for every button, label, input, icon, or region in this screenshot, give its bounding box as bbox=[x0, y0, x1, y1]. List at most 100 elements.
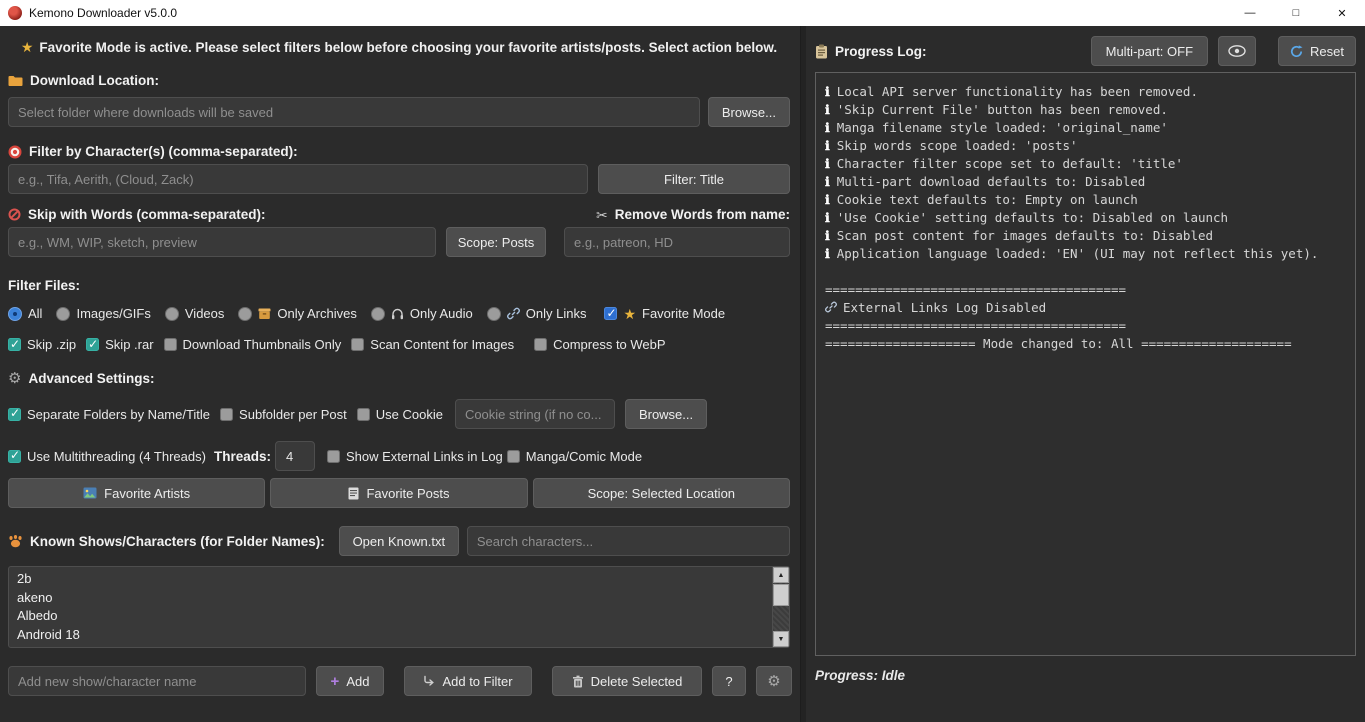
threads-input[interactable] bbox=[275, 441, 315, 471]
checkbox-label: Compress to WebP bbox=[553, 337, 665, 352]
log-line-text: ======================================== bbox=[825, 282, 1126, 297]
list-item[interactable]: Android 18 bbox=[9, 626, 789, 645]
minimize-button[interactable]: — bbox=[1227, 0, 1273, 26]
known-characters-header-row: Known Shows/Characters (for Folder Names… bbox=[8, 526, 790, 556]
use-cookie-checkbox[interactable]: Use Cookie bbox=[357, 407, 443, 422]
download-location-row: Browse... bbox=[8, 97, 790, 127]
checkbox-label: Skip .zip bbox=[27, 337, 76, 352]
list-scrollbar[interactable]: ▲ ▼ bbox=[772, 567, 789, 647]
list-item[interactable]: akeno bbox=[9, 589, 789, 608]
checkbox-box bbox=[604, 307, 617, 320]
checkbox-label: Use Cookie bbox=[376, 407, 443, 422]
log-line-text: ======================================== bbox=[825, 318, 1126, 333]
scope-selected-location-button[interactable]: Scope: Selected Location bbox=[533, 478, 790, 508]
advanced-settings-text: Advanced Settings: bbox=[28, 371, 154, 386]
radio-label: Images/GIFs bbox=[76, 306, 150, 321]
paw-icon bbox=[8, 535, 23, 548]
browse-button-label: Browse... bbox=[722, 105, 776, 120]
manga-mode-checkbox[interactable]: Manga/Comic Mode bbox=[507, 449, 642, 464]
log-line-text: Skip words scope loaded: 'posts' bbox=[837, 138, 1078, 153]
add-button[interactable]: + Add bbox=[316, 666, 384, 696]
maximize-button[interactable]: □ bbox=[1273, 0, 1319, 26]
log-line: ======================================== bbox=[825, 281, 1346, 299]
info-icon: ℹ bbox=[825, 174, 830, 189]
radio-circle bbox=[487, 307, 501, 321]
radio-circle bbox=[56, 307, 70, 321]
search-characters-input[interactable] bbox=[467, 526, 790, 556]
checkbox-box bbox=[8, 450, 21, 463]
radio-images-gifs[interactable]: Images/GIFs bbox=[56, 306, 150, 321]
close-button[interactable]: ✕ bbox=[1319, 0, 1365, 26]
skip-scope-button[interactable]: Scope: Posts bbox=[446, 227, 546, 257]
radio-label: Only Audio bbox=[410, 306, 473, 321]
compress-webp-checkbox[interactable]: Compress to WebP bbox=[534, 337, 665, 352]
radio-only-audio[interactable]: Only Audio bbox=[371, 306, 473, 321]
delete-selected-label: Delete Selected bbox=[591, 674, 683, 689]
scroll-up-icon: ▲ bbox=[778, 572, 785, 579]
favorite-posts-button[interactable]: Favorite Posts bbox=[270, 478, 527, 508]
multipart-toggle-button[interactable]: Multi-part: OFF bbox=[1091, 36, 1208, 66]
skip-zip-checkbox[interactable]: Skip .zip bbox=[8, 337, 76, 352]
skip-words-input[interactable] bbox=[8, 227, 436, 257]
help-button[interactable]: ? bbox=[712, 666, 746, 696]
filter-scope-button[interactable]: Filter: Title bbox=[598, 164, 790, 194]
banner-text: Favorite Mode is active. Please select f… bbox=[39, 40, 777, 55]
progress-log-box[interactable]: ℹLocal API server functionality has been… bbox=[815, 72, 1356, 656]
multithreading-checkbox[interactable]: Use Multithreading (4 Threads) bbox=[8, 449, 206, 464]
list-item[interactable]: Albedo bbox=[9, 607, 789, 626]
checkbox-label: Use Multithreading (4 Threads) bbox=[27, 449, 206, 464]
delete-selected-button[interactable]: Delete Selected bbox=[552, 666, 702, 696]
eye-toggle-button[interactable] bbox=[1218, 36, 1256, 66]
add-to-filter-button[interactable]: Add to Filter bbox=[404, 666, 532, 696]
character-filter-input[interactable] bbox=[8, 164, 588, 194]
log-line: ℹSkip words scope loaded: 'posts' bbox=[825, 137, 1346, 155]
scroll-track[interactable] bbox=[773, 583, 789, 631]
known-characters-list[interactable]: 2bakenoAlbedoAndroid 18Android 21 ▲ ▼ bbox=[8, 566, 790, 648]
list-item[interactable]: 2b bbox=[9, 570, 789, 589]
archive-box-icon bbox=[258, 307, 271, 320]
browse-cookie-button[interactable]: Browse... bbox=[625, 399, 707, 429]
log-line-text: Character filter scope set to default: '… bbox=[837, 156, 1183, 171]
star-icon: ★ bbox=[623, 307, 636, 321]
list-item[interactable]: Android 21 bbox=[9, 644, 789, 648]
reset-button[interactable]: Reset bbox=[1278, 36, 1356, 66]
radio-only-archives[interactable]: Only Archives bbox=[238, 306, 356, 321]
download-thumbnails-checkbox[interactable]: Download Thumbnails Only bbox=[164, 337, 342, 352]
radio-all[interactable]: All bbox=[8, 306, 42, 321]
log-panel: Progress Log: Multi-part: OFF Reset ℹLoc… bbox=[806, 26, 1365, 722]
subfolder-per-post-checkbox[interactable]: Subfolder per Post bbox=[220, 407, 347, 422]
radio-videos[interactable]: Videos bbox=[165, 306, 225, 321]
maximize-icon: □ bbox=[1293, 7, 1300, 19]
cookie-string-input[interactable] bbox=[455, 399, 615, 429]
log-line: ==================== Mode changed to: Al… bbox=[825, 335, 1346, 353]
progress-status: Progress: Idle bbox=[815, 668, 1356, 683]
favorite-mode-checkbox[interactable]: ★ Favorite Mode bbox=[604, 306, 725, 321]
character-filter-row: Filter: Title bbox=[8, 164, 790, 194]
scroll-up-button[interactable]: ▲ bbox=[773, 567, 789, 583]
download-location-input[interactable] bbox=[8, 97, 700, 127]
scroll-thumb[interactable] bbox=[773, 584, 789, 606]
titlebar: Kemono Downloader v5.0.0 — □ ✕ bbox=[0, 0, 1365, 26]
star-icon: ★ bbox=[21, 39, 34, 55]
show-external-links-checkbox[interactable]: Show External Links in Log bbox=[327, 449, 503, 464]
radio-only-links[interactable]: Only Links bbox=[487, 306, 587, 321]
settings-panel: ★ Favorite Mode is active. Please select … bbox=[0, 26, 800, 722]
info-icon: ℹ bbox=[825, 228, 830, 243]
favorite-artists-button[interactable]: Favorite Artists bbox=[8, 478, 265, 508]
separate-folders-checkbox[interactable]: Separate Folders by Name/Title bbox=[8, 407, 210, 422]
no-entry-icon bbox=[8, 208, 21, 221]
settings-gear-button[interactable]: ⚙ bbox=[756, 666, 792, 696]
filter-files-radio-row: All Images/GIFs Videos Only Archives Onl… bbox=[8, 306, 790, 321]
skip-rar-checkbox[interactable]: Skip .rar bbox=[86, 337, 153, 352]
remove-words-input[interactable] bbox=[564, 227, 790, 257]
scroll-down-button[interactable]: ▼ bbox=[773, 631, 789, 647]
checkbox-box bbox=[351, 338, 364, 351]
log-line: ℹCookie text defaults to: Empty on launc… bbox=[825, 191, 1346, 209]
browse-download-button[interactable]: Browse... bbox=[708, 97, 790, 127]
file-options-row: Skip .zip Skip .rar Download Thumbnails … bbox=[8, 337, 790, 352]
checkbox-box bbox=[86, 338, 99, 351]
radio-circle bbox=[8, 307, 22, 321]
add-character-input[interactable] bbox=[8, 666, 306, 696]
open-known-txt-button[interactable]: Open Known.txt bbox=[339, 526, 459, 556]
scan-content-checkbox[interactable]: Scan Content for Images bbox=[351, 337, 514, 352]
